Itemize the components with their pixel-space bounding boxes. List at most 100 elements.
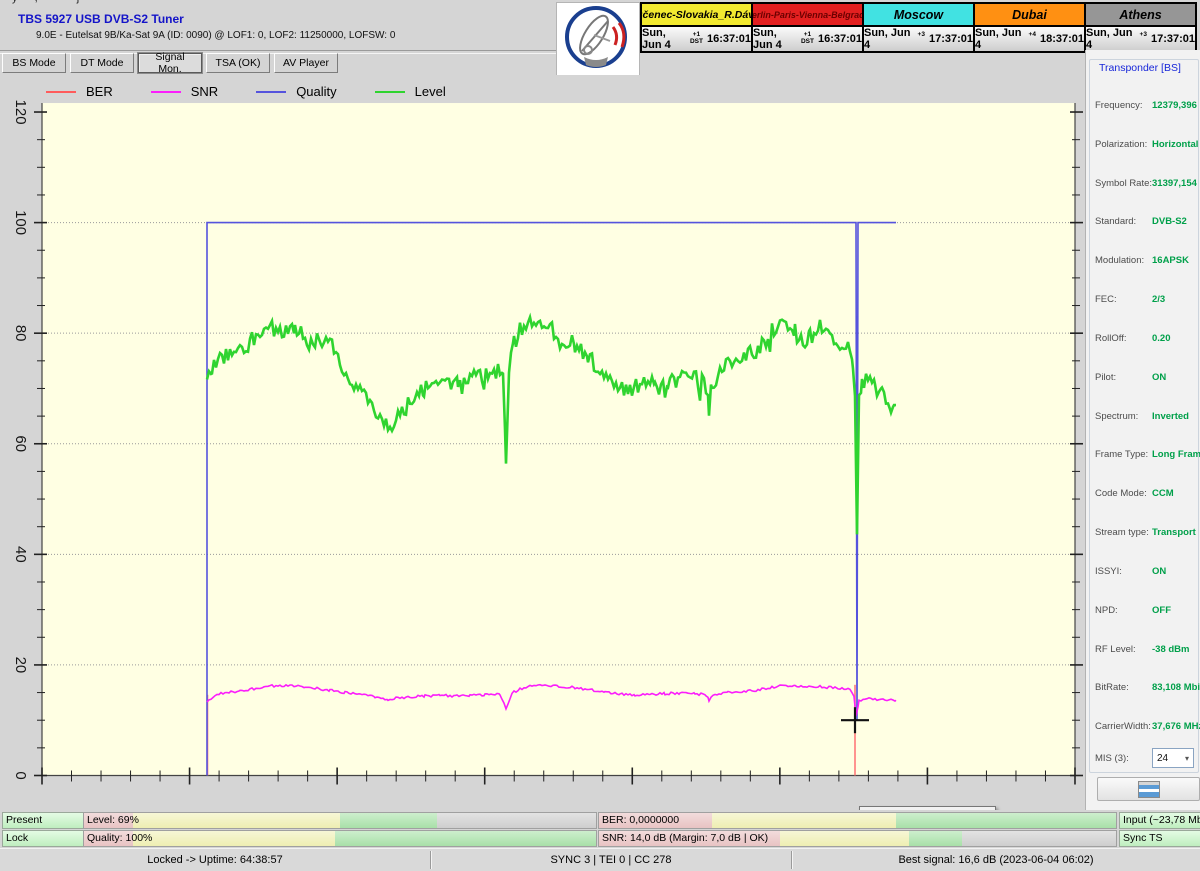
dst-flag bbox=[1031, 39, 1033, 46]
utc-offset-badge: +4 bbox=[1029, 31, 1036, 46]
transponder-row-label: Frame Type: bbox=[1095, 449, 1149, 461]
transponder-groupbox: Transponder [BS] Frequency: 12379,396 MHz… bbox=[1089, 59, 1200, 773]
legend-label: Quality bbox=[296, 84, 337, 99]
mis-dropdown[interactable]: 24 ▾ bbox=[1152, 748, 1194, 768]
tab-av-player[interactable]: AV Player bbox=[274, 53, 338, 73]
tab-bs-mode[interactable]: BS Mode bbox=[2, 53, 66, 73]
stream-list-icon bbox=[1137, 780, 1160, 798]
y-axis-tick-label: 60 bbox=[12, 435, 29, 452]
bar-zone-green bbox=[896, 813, 1116, 828]
clock-city-label: Berlin-Paris-Vienna-Belgrade bbox=[753, 4, 862, 27]
clock-city-label: Athens bbox=[1086, 4, 1195, 27]
device-title: TBS 5927 USB DVB-S2 Tuner bbox=[18, 12, 184, 26]
transponder-row-label: Frequency: bbox=[1095, 99, 1143, 111]
clock-date: Sun, Jun 4 bbox=[753, 27, 782, 51]
clock-time-display: Sun, Jun 4 +4 18:37:01 bbox=[975, 27, 1084, 51]
transponder-row-value: 2/3 bbox=[1152, 294, 1166, 306]
transponder-row-value: Transport bbox=[1152, 527, 1196, 539]
transponder-row-value: ON bbox=[1152, 371, 1167, 383]
tab-tsa-ok-[interactable]: TSA (OK) bbox=[206, 53, 270, 73]
clock-berlin-paris-vienna-belgrade: Berlin-Paris-Vienna-BelgradeSun, Jun 4 +1… bbox=[751, 4, 862, 51]
world-clocks: Lučenec-Slovakia_R.DávidSun, Jun 4+1DST1… bbox=[640, 2, 1197, 53]
legend-item-snr: SNR bbox=[150, 84, 219, 99]
transponder-row-value: -38 dBm bbox=[1152, 643, 1190, 655]
transponder-row-label: RF Level: bbox=[1095, 643, 1136, 655]
mis-label: MIS (3): bbox=[1095, 752, 1129, 764]
legend-item-quality: Quality bbox=[256, 84, 337, 99]
plot-area[interactable] bbox=[42, 103, 1075, 776]
chart-canvas[interactable]: 0 20 40 60 80 100 120 bbox=[0, 75, 1085, 810]
level-bar: Level: 69% bbox=[83, 812, 597, 829]
transponder-row: Standard: DVB-S2 bbox=[1095, 202, 1197, 241]
clock-hms: 17:37:01 bbox=[1150, 33, 1195, 45]
bar-zone-yellow bbox=[133, 813, 340, 828]
legend-label: SNR bbox=[190, 84, 219, 99]
transponder-row: NPD: OFF bbox=[1095, 591, 1197, 630]
signal-monitor-chart[interactable]: 020406080100120 BERSNRQualityLevel 2023-… bbox=[0, 75, 1085, 822]
stream-list-button[interactable] bbox=[1097, 777, 1200, 801]
transponder-row-label: Polarization: bbox=[1095, 138, 1148, 150]
bar-zone-yellow bbox=[711, 813, 897, 828]
legend-line-swatch bbox=[256, 90, 287, 93]
clock-hms: 16:37:01 bbox=[706, 33, 751, 45]
transponder-row-label: FEC: bbox=[1095, 294, 1117, 306]
clock-time-display: Sun, Jun 4 +3 17:37:01 bbox=[1086, 27, 1195, 51]
utc-offset-badge: +3 bbox=[918, 31, 925, 46]
transponder-row-label: RollOff: bbox=[1095, 332, 1127, 344]
legend-label: Level bbox=[414, 84, 446, 99]
transponder-row: CarrierWidth: 37,676 MHz bbox=[1095, 707, 1200, 746]
present-indicator: Present bbox=[2, 812, 87, 829]
transponder-row: Pilot: ON bbox=[1095, 358, 1197, 397]
y-axis-tick-label: 100 bbox=[12, 210, 29, 235]
bar-zone-green bbox=[340, 813, 438, 828]
clock-lu-enec-slovakia-r-d-vid: Lučenec-Slovakia_R.DávidSun, Jun 4 +1DST1… bbox=[642, 4, 751, 51]
transponder-row-label: ISSYI: bbox=[1095, 565, 1122, 577]
transponder-row-value: ON bbox=[1152, 565, 1167, 577]
transponder-row: Stream type: Transport bbox=[1095, 513, 1197, 552]
bar-zone-yellow bbox=[133, 831, 335, 846]
dst-flag: DST bbox=[689, 38, 703, 45]
clock-city-label: Lučenec-Slovakia_R.Dávid bbox=[642, 4, 751, 27]
clock-hms: 18:37:01 bbox=[1039, 33, 1084, 45]
transponder-row-label: Spectrum: bbox=[1095, 410, 1139, 422]
transponder-row-value: 83,108 Mbit/s bbox=[1152, 682, 1200, 694]
transponder-row-label: Modulation: bbox=[1095, 255, 1145, 267]
transponder-row: ISSYI: ON bbox=[1095, 552, 1197, 591]
bar-label: Level: 69% bbox=[87, 814, 139, 826]
transponder-row: RF Level: -38 dBm bbox=[1095, 630, 1197, 669]
bar-zone-yellow bbox=[779, 831, 910, 846]
transponder-row-label: Symbol Rate: bbox=[1095, 177, 1153, 189]
tab-dt-mode[interactable]: DT Mode bbox=[70, 53, 134, 73]
quality-bar: Quality: 100% bbox=[83, 830, 597, 847]
clock-date: Sun, Jun 4 bbox=[864, 27, 911, 51]
transponder-row: Code Mode: CCM bbox=[1095, 474, 1197, 513]
transponder-row-value: Horizontal bbox=[1152, 138, 1199, 150]
transponder-row: Spectrum: Inverted bbox=[1095, 397, 1197, 436]
transponder-row-value: 16APSK bbox=[1152, 255, 1189, 267]
transponder-row-label: Pilot: bbox=[1095, 371, 1117, 383]
y-axis-tick-label: 120 bbox=[12, 100, 29, 125]
clock-time-display: Sun, Jun 4 +1 DST 16:37:01 bbox=[753, 27, 862, 51]
transponder-panel: Transponder [BS] Frequency: 12379,396 MHz… bbox=[1085, 50, 1200, 810]
bar-zone-green bbox=[334, 831, 596, 846]
transponder-row-label: Code Mode: bbox=[1095, 488, 1147, 500]
transponder-row-value: 12379,396 MHz bbox=[1152, 99, 1200, 111]
clock-date: Sun, Jun 4 bbox=[1086, 27, 1133, 51]
transponder-row-label: NPD: bbox=[1095, 604, 1118, 616]
clock-hms: 16:37:01 bbox=[817, 33, 862, 45]
dst-flag bbox=[1142, 39, 1144, 46]
y-axis-tick-label: 40 bbox=[12, 546, 29, 563]
transponder-row: Symbol Rate:31397,154 KS/s bbox=[1095, 164, 1200, 203]
statusbar: Locked -> Uptime: 64:38:57 SYNC 3 | TEI … bbox=[0, 848, 1200, 871]
transponder-rows: Frequency: 12379,396 MHz Polarization: Hori… bbox=[1095, 86, 1200, 746]
mode-tabs: BS Mode DT Mode Signal Mon. TSA (OK) AV Play… bbox=[2, 51, 338, 75]
transponder-row-value: Inverted bbox=[1152, 410, 1189, 422]
clock-dubai: Dubai Sun, Jun 4 +4 18:37:01 bbox=[973, 4, 1084, 51]
transponder-row-value: 0.20 bbox=[1152, 332, 1171, 344]
clock-hms: 17:37:01 bbox=[928, 33, 973, 45]
clock-city-label: Moscow bbox=[864, 4, 973, 27]
y-axis-tick-label: 0 bbox=[12, 771, 29, 779]
transponder-row: Frequency: 12379,396 MHz bbox=[1095, 86, 1200, 125]
tab-signal-mon-[interactable]: Signal Mon. bbox=[138, 51, 202, 75]
legend-label: BER bbox=[86, 84, 113, 99]
